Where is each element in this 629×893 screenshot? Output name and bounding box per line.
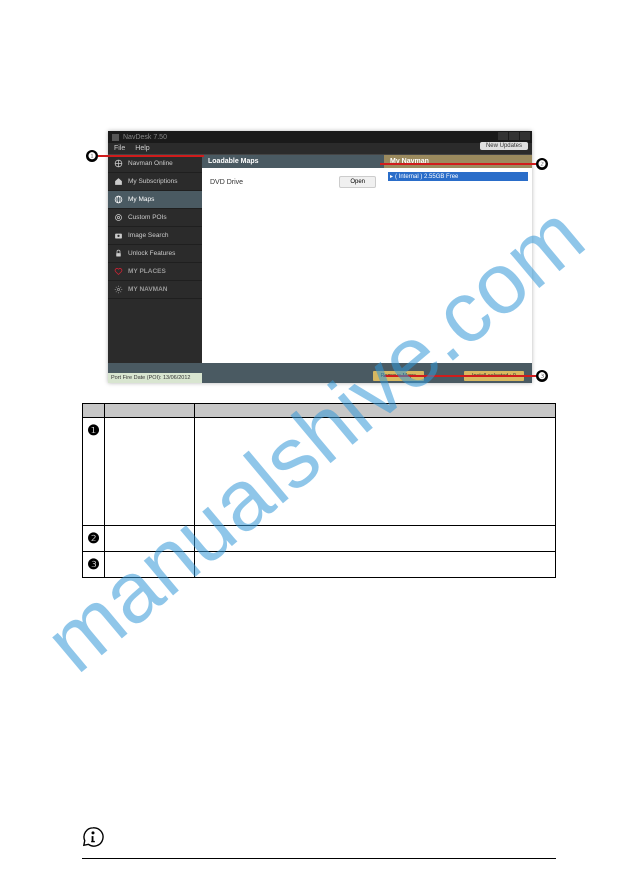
th-desc <box>195 404 556 418</box>
callout-2: ❷ <box>536 158 548 170</box>
cloud-icon <box>114 159 123 168</box>
target-icon <box>114 213 123 222</box>
th-num <box>83 404 105 418</box>
table-row: ❸ <box>83 552 556 578</box>
sidebar-item-label: MY NAVMAN <box>128 286 167 293</box>
app-window: NavDesk 7.50 File Help New Updates Navma… <box>108 131 532 383</box>
device-label: ( Internal ) 2.55GB Free <box>395 174 458 180</box>
heart-icon <box>114 267 123 276</box>
sidebar-item-label: Navman Online <box>128 160 173 167</box>
row-marker: ❶ <box>83 418 105 526</box>
app-body: Navman Online My Subscriptions My Maps C… <box>108 155 532 363</box>
new-updates-button[interactable]: New Updates <box>480 142 528 150</box>
sidebar-header-my-navman[interactable]: MY NAVMAN <box>108 281 202 299</box>
titlebar: NavDesk 7.50 <box>108 131 532 143</box>
sidebar-item-unlock-features[interactable]: Unlock Features <box>108 245 202 263</box>
footer-bar: Port Fire Date (POI): 13/06/2012 Remove … <box>108 363 532 383</box>
sidebar-item-subscriptions[interactable]: My Subscriptions <box>108 173 202 191</box>
window-controls[interactable] <box>498 132 530 140</box>
globe-icon <box>114 195 123 204</box>
row-marker: ❸ <box>83 552 105 578</box>
window-title: NavDesk 7.50 <box>123 134 167 141</box>
row-marker: ❷ <box>83 526 105 552</box>
menubar: File Help New Updates <box>108 143 532 155</box>
loadable-maps-header: Loadable Maps <box>202 155 384 168</box>
gear-icon <box>114 285 123 294</box>
sidebar-item-image-search[interactable]: Image Search <box>108 227 202 245</box>
expand-icon[interactable]: ▸ <box>390 173 393 180</box>
menu-file[interactable]: File <box>114 145 125 152</box>
sidebar-item-label: My Subscriptions <box>128 178 178 185</box>
sidebar-item-navman-online[interactable]: Navman Online <box>108 155 202 173</box>
open-button[interactable]: Open <box>339 176 376 188</box>
my-navman-body: ▸ ( Internal ) 2.55GB Free <box>384 168 532 363</box>
row-item <box>105 418 195 526</box>
row-item <box>105 526 195 552</box>
loadable-maps-body: DVD Drive Open <box>202 168 384 363</box>
sidebar-header-my-places[interactable]: MY PLACES <box>108 263 202 281</box>
my-navman-panel: My Navman ▸ ( Internal ) 2.55GB Free <box>384 155 532 363</box>
sidebar-item-label: Image Search <box>128 232 168 239</box>
sidebar-item-my-maps[interactable]: My Maps <box>108 191 202 209</box>
device-tree-item[interactable]: ▸ ( Internal ) 2.55GB Free <box>388 172 528 181</box>
sidebar-item-label: My Maps <box>128 196 154 203</box>
camera-icon <box>114 231 123 240</box>
loadable-maps-panel: Loadable Maps DVD Drive Open <box>202 155 384 363</box>
table-row: ❷ <box>83 526 556 552</box>
footer-rule <box>82 858 556 859</box>
lock-icon <box>114 249 123 258</box>
callout-3: ❸ <box>536 370 548 382</box>
callout-line-2 <box>380 163 536 165</box>
row-desc <box>195 418 556 526</box>
menu-help[interactable]: Help <box>135 145 149 152</box>
status-text: Port Fire Date (POI): 13/06/2012 <box>108 373 202 383</box>
sidebar-item-label: Custom POIs <box>128 214 167 221</box>
dvd-drive-label: DVD Drive <box>210 179 243 186</box>
sidebar-item-label: MY PLACES <box>128 268 166 275</box>
home-icon <box>114 177 123 186</box>
row-desc <box>195 552 556 578</box>
callout-line-1 <box>98 155 204 157</box>
my-navman-header: My Navman <box>384 155 532 168</box>
sidebar-item-custom-pois[interactable]: Custom POIs <box>108 209 202 227</box>
row-desc <box>195 526 556 552</box>
info-icon <box>82 826 104 848</box>
table-row: ❶ <box>83 418 556 526</box>
sidebar-item-label: Unlock Features <box>128 250 175 257</box>
row-item <box>105 552 195 578</box>
th-item <box>105 404 195 418</box>
sidebar: Navman Online My Subscriptions My Maps C… <box>108 155 202 363</box>
app-icon <box>112 134 119 141</box>
callout-line-3 <box>384 375 536 377</box>
description-table: ❶ ❷ ❸ <box>82 403 556 578</box>
callout-1: ❶ <box>86 150 98 162</box>
